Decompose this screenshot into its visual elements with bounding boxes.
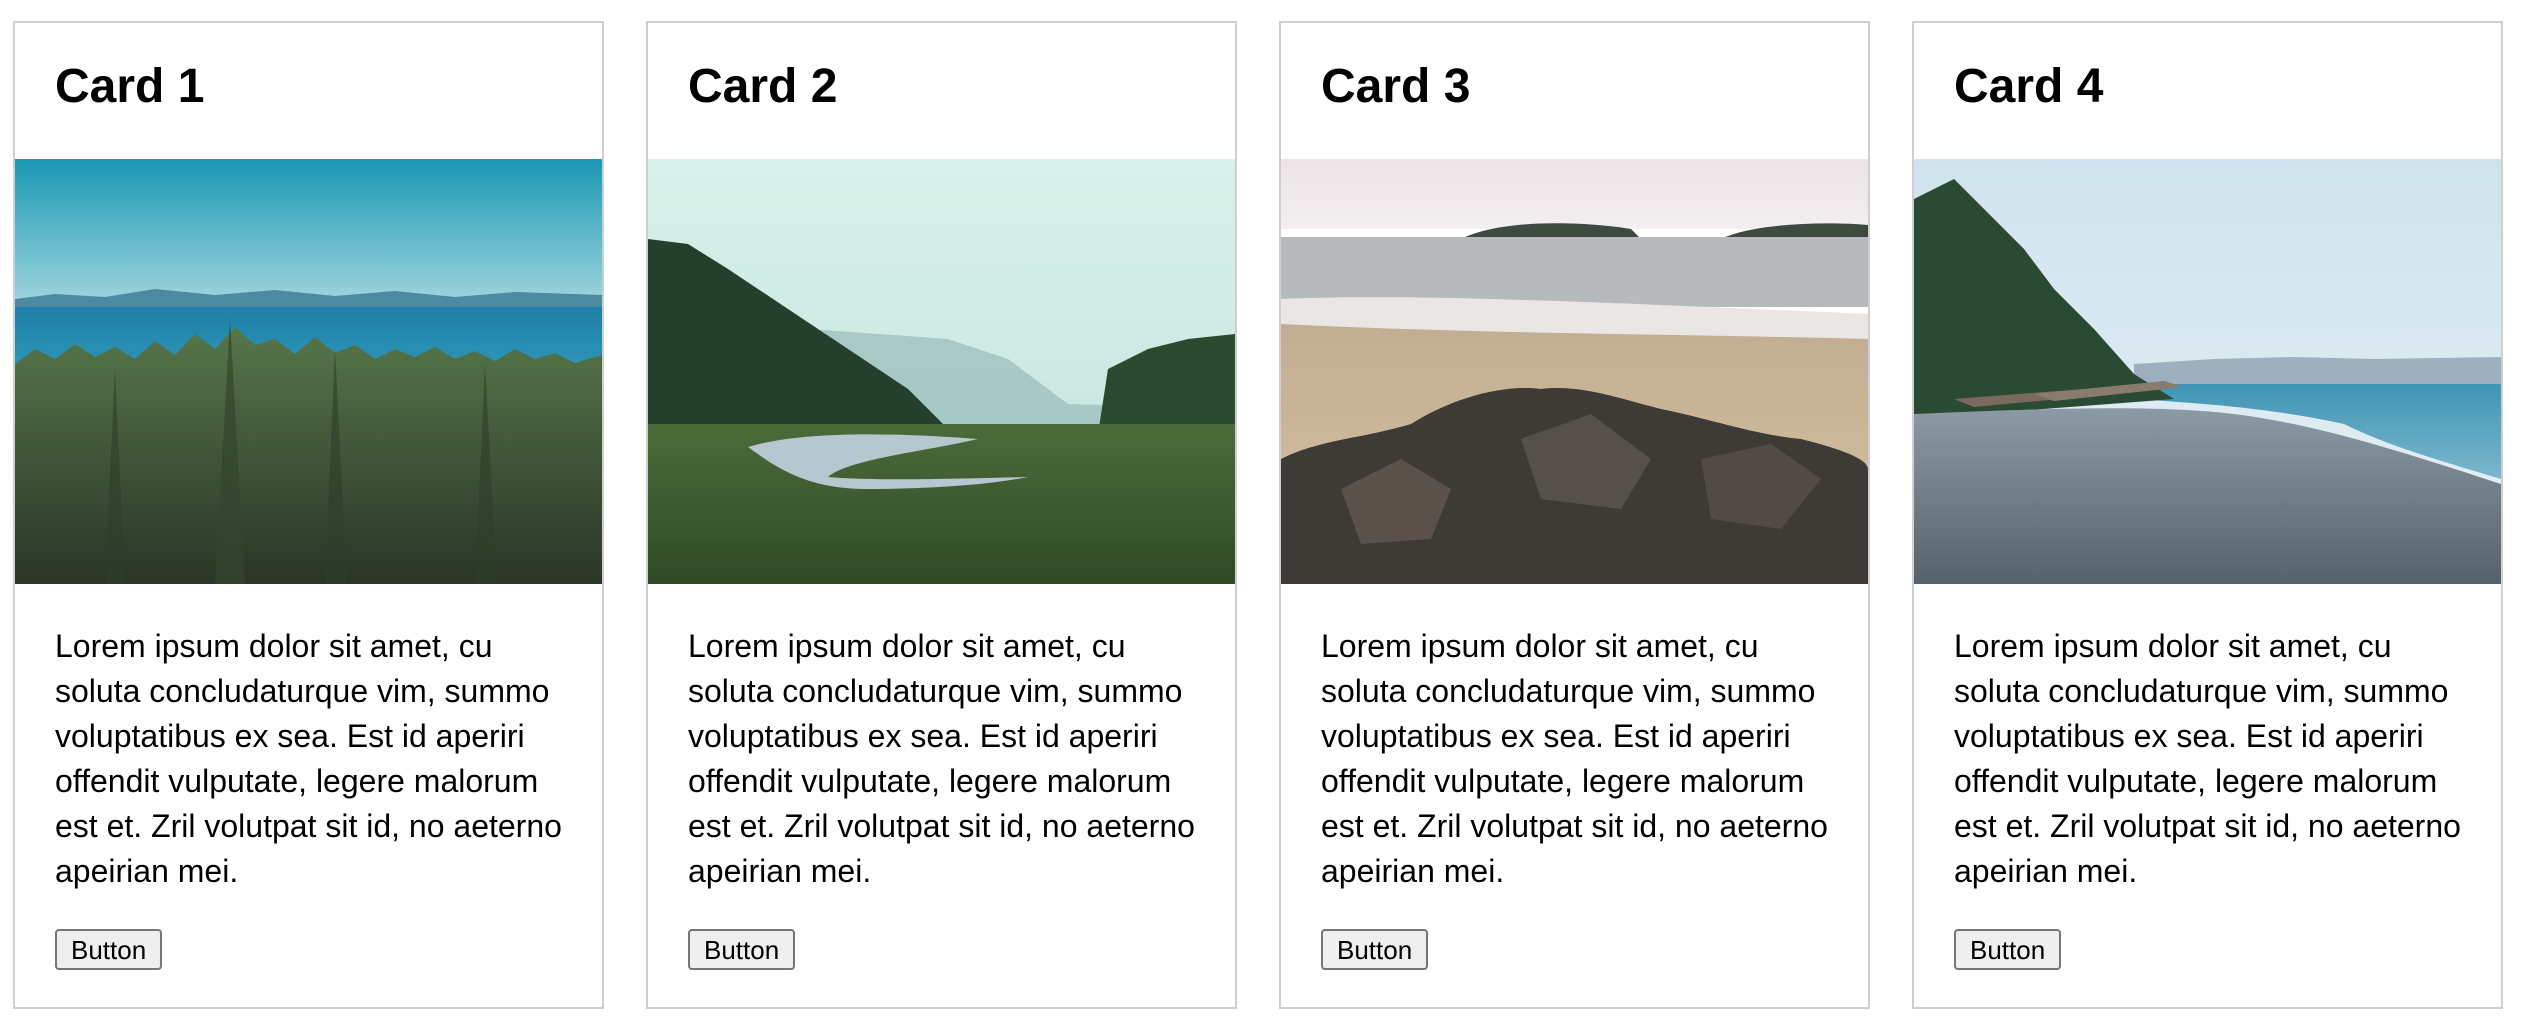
- card-title: Card 3: [1321, 60, 1471, 113]
- beach-rocks-landscape-image: [1281, 159, 1868, 584]
- card-title: Card 4: [1954, 60, 2104, 113]
- card-body-text: Lorem ipsum dolor sit amet, cu soluta co…: [1954, 628, 2461, 889]
- card-body-text: Lorem ipsum dolor sit amet, cu soluta co…: [688, 628, 1195, 889]
- card-4-button[interactable]: Button: [1954, 929, 2062, 970]
- card-2: Card 2 Lorem ipsum dolor sit amet, cu so…: [646, 21, 1237, 1009]
- card-3: Card 3 Lorem ipsum dolor sit amet, cu so…: [1279, 21, 1870, 1009]
- card-1-button[interactable]: Button: [55, 929, 163, 970]
- card-title: Card 1: [55, 60, 205, 113]
- card-title: Card 2: [688, 60, 838, 113]
- card-2-button[interactable]: Button: [688, 929, 796, 970]
- pebble-shore-landscape-image: [1914, 159, 2501, 584]
- card-1: Card 1 Lorem ipsum dolor sit amet, cu so…: [13, 21, 604, 1009]
- card-body-text: Lorem ipsum dolor sit amet, cu soluta co…: [1321, 628, 1828, 889]
- forest-ocean-landscape-image: [15, 159, 602, 584]
- card-body-text: Lorem ipsum dolor sit amet, cu soluta co…: [55, 628, 562, 889]
- card-grid: Card 1 Lorem ipsum dolor sit amet, cu so…: [13, 21, 2503, 1009]
- river-valley-landscape-image: [648, 159, 1235, 584]
- card-4: Card 4 Lorem ipsum dolor sit amet, cu so…: [1912, 21, 2503, 1009]
- card-3-button[interactable]: Button: [1321, 929, 1429, 970]
